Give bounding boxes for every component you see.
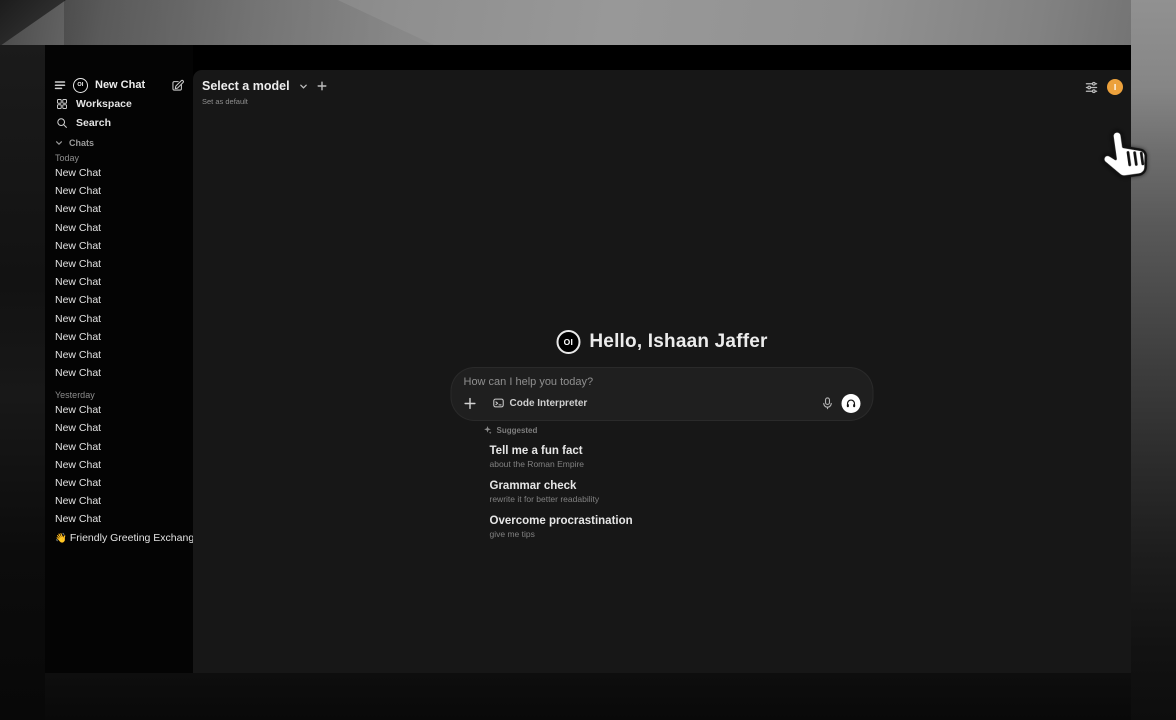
chat-list-item[interactable]: New Chat [45,401,193,419]
chevron-down-icon [55,139,63,147]
suggestion-title: Overcome procrastination [490,515,874,528]
set-default-button[interactable]: Set as default [202,97,248,106]
sidebar-item-workspace[interactable]: Workspace [45,94,193,113]
chat-list-item[interactable]: New Chat [45,419,193,437]
chat-list-item[interactable]: New Chat [45,200,193,218]
greeting-row: OI Hello, Ishaan Jaffer [451,330,874,354]
prompt-card: Code Interpreter [451,367,874,421]
terminal-icon [493,397,505,409]
sidebar: OI New Chat Workspace Search [45,45,193,673]
suggestion-title: Tell me a fun fact [490,445,874,458]
app-logo-icon: OI [556,330,580,354]
suggestion-subtitle: about the Roman Empire [490,459,874,470]
headphones-icon [846,398,857,409]
chat-list-item[interactable]: New Chat [45,237,193,255]
wave-emoji-icon: 👋 [55,533,67,544]
chat-list-item[interactable]: New Chat [45,310,193,328]
plus-icon[interactable] [317,81,327,91]
chat-list-item[interactable]: New Chat [45,510,193,528]
chat-list-item[interactable]: New Chat [45,364,193,382]
pencil-square-icon[interactable] [171,79,184,92]
sparkle-icon [484,426,492,434]
chevron-down-icon [299,82,308,91]
chats-section-toggle[interactable]: Chats [45,136,193,149]
header-right: I [1085,79,1123,95]
screen: OI New Chat Workspace Search [0,0,1176,720]
chat-list-item[interactable]: New Chat [45,474,193,492]
toolbar-right [822,394,861,413]
main-panel: Select a model Set as default I [193,70,1131,673]
chat-list-item[interactable]: New Chat [45,255,193,273]
chat-list-item[interactable]: New Chat [45,164,193,182]
suggested-label: Suggested [497,426,538,435]
suggestion-title: Grammar check [490,480,874,493]
chat-list-item[interactable]: New Chat [45,219,193,237]
chat-list-item[interactable]: New Chat [45,346,193,364]
greeting-text: Hello, Ishaan Jaffer [589,331,767,353]
prompt-toolbar: Code Interpreter [464,393,861,413]
squares-2x2-icon [55,98,68,110]
suggestion-subtitle: rewrite it for better readability [490,494,874,505]
chat-list-item[interactable]: New Chat [45,273,193,291]
microphone-icon[interactable] [822,397,834,410]
wallpaper-left [0,45,45,720]
suggested-section: Suggested Tell me a fun factabout the Ro… [451,425,874,540]
sliders-icon[interactable] [1085,81,1098,94]
suggestion-item[interactable]: Tell me a fun factabout the Roman Empire [490,445,874,470]
model-selector[interactable]: Select a model [193,70,327,93]
chat-list-item[interactable]: New Chat [45,492,193,510]
chat-list-item-named[interactable]: 👋Friendly Greeting Exchange [45,529,193,547]
wallpaper-right [1131,0,1176,720]
chat-list-item[interactable]: New Chat [45,438,193,456]
app-logo-icon: OI [73,78,88,93]
chat-list-item[interactable]: New Chat [45,456,193,474]
prompt-input[interactable] [464,376,861,388]
sidebar-item-search[interactable]: Search [45,113,193,132]
suggestion-list: Tell me a fun factabout the Roman Empire… [451,445,874,540]
sidebar-title: New Chat [95,79,171,91]
chats-header-label: Chats [69,138,94,148]
sidebar-header: OI New Chat [45,76,193,94]
code-interpreter-toggle[interactable]: Code Interpreter [493,397,588,409]
headphones-button[interactable] [842,394,861,413]
menu-icon[interactable] [54,79,66,91]
plus-icon[interactable] [464,397,477,410]
chat-section-label: Yesterday [45,389,193,401]
named-chat-title: Friendly Greeting Exchange [70,532,193,544]
suggestion-subtitle: give me tips [490,529,874,540]
search-label: Search [76,117,111,129]
workspace-label: Workspace [76,98,132,110]
suggestion-item[interactable]: Overcome procrastinationgive me tips [490,515,874,540]
user-avatar[interactable]: I [1107,79,1123,95]
chat-list: TodayNew ChatNew ChatNew ChatNew ChatNew… [45,152,193,529]
chat-list-item[interactable]: New Chat [45,182,193,200]
chat-list-item[interactable]: New Chat [45,291,193,309]
main-header: Select a model Set as default I [193,70,1131,104]
suggested-header: Suggested [484,425,874,435]
suggestion-item[interactable]: Grammar checkrewrite it for better reada… [490,480,874,505]
chat-list-item[interactable]: New Chat [45,328,193,346]
search-icon [55,117,68,129]
chat-section-label: Today [45,152,193,164]
code-interpreter-label: Code Interpreter [510,398,588,409]
wallpaper-bottom [45,673,1131,720]
model-selector-label: Select a model [202,79,290,93]
welcome-area: OI Hello, Ishaan Jaffer Code Inter [451,330,874,540]
app-window: OI New Chat Workspace Search [45,45,1131,673]
